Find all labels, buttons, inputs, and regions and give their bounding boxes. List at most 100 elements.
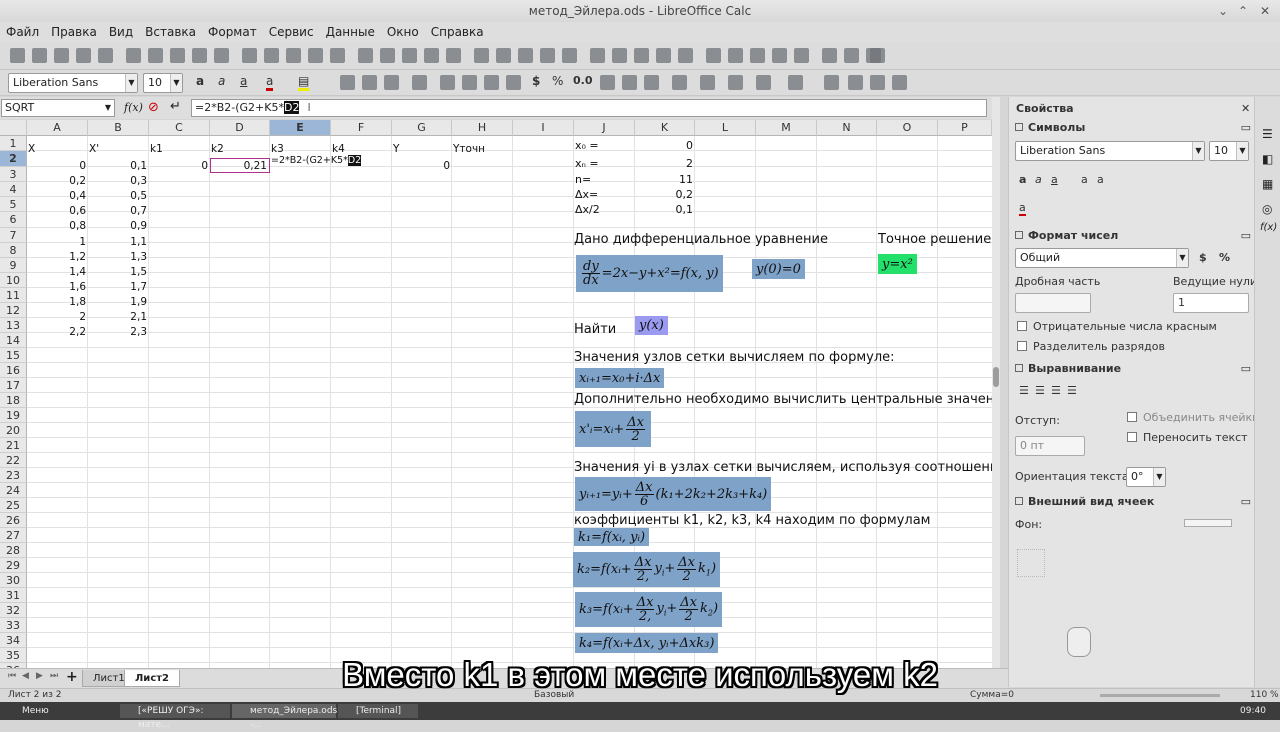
col-header-d[interactable]: D xyxy=(210,120,270,136)
param-label-n[interactable]: n= xyxy=(575,173,591,187)
taskbar-task-terminal[interactable]: [Terminal] xyxy=(338,704,418,718)
pdf-icon[interactable] xyxy=(148,48,163,63)
col-header-o[interactable]: O xyxy=(877,120,938,136)
define-print-icon[interactable] xyxy=(822,48,837,63)
section-characters[interactable]: Символы ▭ xyxy=(1015,121,1251,137)
param-label-dx[interactable]: Δx= xyxy=(575,188,598,202)
vertical-scrollbar[interactable] xyxy=(992,97,1000,668)
cell-a6[interactable]: 0,8 xyxy=(27,219,86,233)
templates-icon[interactable] xyxy=(54,48,69,63)
row-header[interactable]: 23 xyxy=(0,468,27,483)
chart-icon[interactable] xyxy=(678,48,693,63)
header-icon[interactable] xyxy=(794,48,809,63)
percent-icon[interactable]: % xyxy=(552,74,563,88)
row-header[interactable]: 9 xyxy=(0,258,27,273)
row-header[interactable]: 28 xyxy=(0,543,27,558)
thousands-sep-option[interactable]: Разделитель разрядов xyxy=(1017,340,1165,353)
row-header[interactable]: 19 xyxy=(0,408,27,423)
format-tool-icon[interactable] xyxy=(484,75,499,90)
row-header[interactable]: 34 xyxy=(0,633,27,648)
row-header[interactable]: 17 xyxy=(0,378,27,393)
bold-icon[interactable]: a xyxy=(196,74,204,88)
param-label-x0[interactable]: x₀ = xyxy=(575,139,599,153)
cell-g1[interactable]: Y xyxy=(393,142,399,156)
font-size-combo[interactable]: 10 ▼ xyxy=(143,73,183,93)
cell-b10[interactable]: 1,7 xyxy=(88,280,147,294)
wrap-text-checkbox[interactable] xyxy=(1127,432,1137,442)
merge-cells-checkbox[interactable] xyxy=(1127,412,1137,422)
decimal-places-spin[interactable] xyxy=(1015,293,1091,313)
col-header-b[interactable]: B xyxy=(88,120,149,136)
cell-a10[interactable]: 1,6 xyxy=(27,280,86,294)
formula-k2[interactable]: k₂=f(xᵢ+ Δx 2, yi+ Δx 2 k1) xyxy=(573,552,721,587)
col-header-i[interactable]: I xyxy=(513,120,574,136)
clear-icon[interactable] xyxy=(308,48,323,63)
row-header[interactable]: 3 xyxy=(0,167,27,182)
row-icon[interactable] xyxy=(424,48,439,63)
formula-find[interactable]: y(x) xyxy=(635,316,668,335)
menu-edit[interactable]: Правка xyxy=(45,22,103,42)
cell-c1[interactable]: k1 xyxy=(150,142,163,156)
row-header[interactable]: 2 xyxy=(0,151,27,167)
negative-red-checkbox[interactable] xyxy=(1017,321,1027,331)
format-tool-icon[interactable] xyxy=(788,75,803,90)
align-justify-icon[interactable]: ☰ xyxy=(1067,384,1077,397)
cell-a7[interactable]: 1 xyxy=(27,235,86,249)
format-tool-icon[interactable] xyxy=(340,75,355,90)
sort-asc-icon[interactable] xyxy=(590,48,605,63)
taskbar-task-calc[interactable]: метод_Эйлера.ods -... xyxy=(232,704,337,730)
format-tool-icon[interactable] xyxy=(848,75,863,90)
formula-initial[interactable]: y(0)=0 xyxy=(752,259,805,279)
row-header[interactable]: 27 xyxy=(0,528,27,543)
cancel-icon[interactable]: ⊘ xyxy=(148,100,159,115)
format-tool-icon[interactable] xyxy=(600,75,615,90)
thousands-sep-checkbox[interactable] xyxy=(1017,341,1027,351)
collapse-icon[interactable] xyxy=(1015,231,1023,239)
accept-icon[interactable]: ↵ xyxy=(170,99,181,114)
open-icon[interactable] xyxy=(76,48,91,63)
row-header[interactable]: 32 xyxy=(0,603,27,618)
param-label-dx2[interactable]: Δx/2 xyxy=(575,203,600,217)
col-header-e[interactable]: E xyxy=(270,120,331,136)
format-tool-icon[interactable] xyxy=(644,75,659,90)
sort-icon[interactable] xyxy=(562,48,577,63)
param-value-x0[interactable]: 0 xyxy=(635,139,693,153)
col-header-c[interactable]: C xyxy=(149,120,210,136)
scrollbar-thumb[interactable] xyxy=(993,367,999,387)
cell-b2[interactable]: 0,1 xyxy=(88,159,147,173)
sidebar-bold-icon[interactable]: a xyxy=(1019,173,1026,186)
cell-a13[interactable]: 2,2 xyxy=(27,325,86,339)
cell-b12[interactable]: 2,1 xyxy=(88,310,147,324)
autofilter-icon[interactable] xyxy=(634,48,649,63)
row-header[interactable]: 18 xyxy=(0,393,27,408)
row-header[interactable]: 31 xyxy=(0,588,27,603)
orientation-combo[interactable]: 0° ▼ xyxy=(1126,467,1166,487)
row-header[interactable]: 25 xyxy=(0,498,27,513)
menu-insert[interactable]: Вставка xyxy=(139,22,202,42)
cell-b1[interactable]: X' xyxy=(89,142,99,156)
cell-b8[interactable]: 1,3 xyxy=(88,250,147,264)
currency-icon[interactable]: $ xyxy=(532,74,540,88)
row-header[interactable]: 12 xyxy=(0,303,27,318)
align-center-icon[interactable]: ☰ xyxy=(1035,384,1045,397)
insert-row-icon[interactable] xyxy=(474,48,489,63)
close-icon[interactable]: ✕ xyxy=(1260,0,1270,22)
section-number-format[interactable]: Формат чисел ▭ xyxy=(1015,229,1251,245)
highlight-icon[interactable]: ▤ xyxy=(298,74,310,91)
cell-a3[interactable]: 0,2 xyxy=(27,174,86,188)
row-header[interactable]: 16 xyxy=(0,363,27,378)
section-alignment[interactable]: Выравнивание ▭ xyxy=(1015,362,1251,378)
minimize-icon[interactable]: ⌄ xyxy=(1218,0,1228,22)
cell-a5[interactable]: 0,6 xyxy=(27,204,86,218)
preview-icon[interactable] xyxy=(192,48,207,63)
row-header[interactable]: 20 xyxy=(0,423,27,438)
background-color-picker[interactable] xyxy=(1184,519,1232,527)
collapse-icon[interactable] xyxy=(1015,364,1023,372)
show-draw-icon[interactable] xyxy=(870,48,885,63)
row-header[interactable]: 29 xyxy=(0,558,27,573)
format-tool-icon[interactable] xyxy=(622,75,637,90)
sidebar-font-color-icon[interactable]: a xyxy=(1019,201,1026,216)
function-wizard-icon[interactable]: f(x) xyxy=(124,101,143,114)
col-header-m[interactable]: M xyxy=(756,120,817,136)
align-left-icon[interactable]: ☰ xyxy=(1019,384,1029,397)
